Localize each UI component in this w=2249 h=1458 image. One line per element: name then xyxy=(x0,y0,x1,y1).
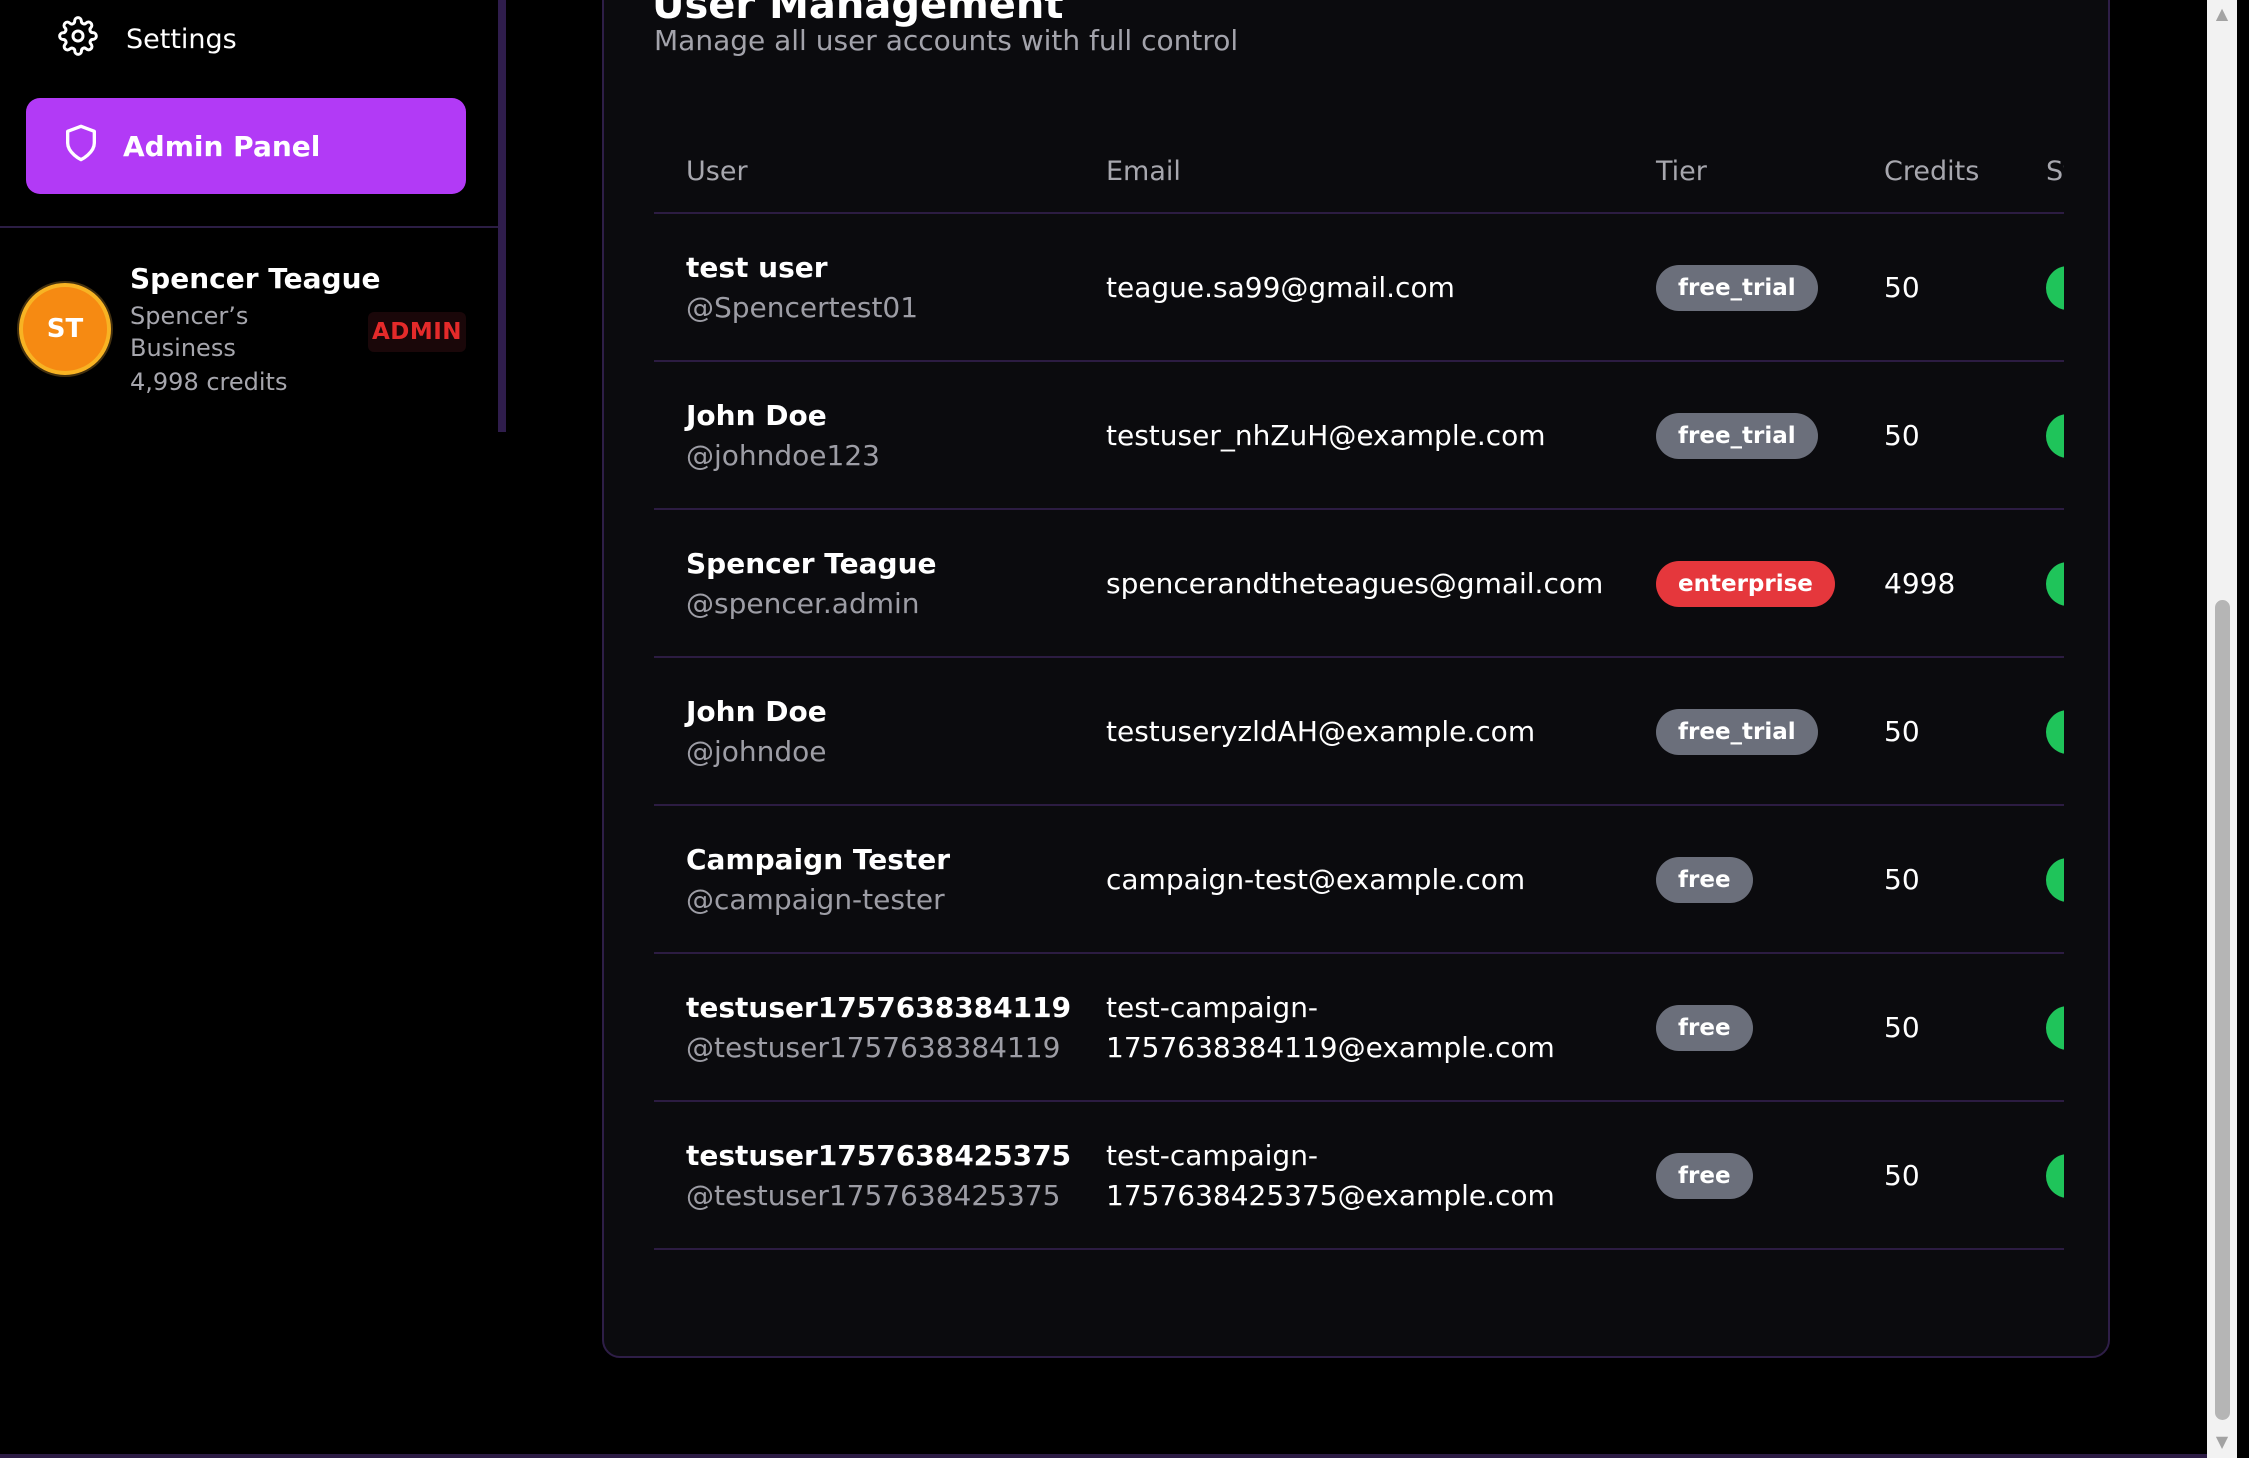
table-row[interactable]: John Doe @johndoe123 testuser_nhZuH@exampl… xyxy=(654,362,2064,510)
user-email: spencerandtheteagues@gmail.com xyxy=(1106,567,1604,600)
user-cell: Spencer Teague @spencer.admin xyxy=(686,544,1096,624)
status-indicator[interactable] xyxy=(2046,858,2064,902)
user-credits: 50 xyxy=(1884,419,1920,452)
status-indicator[interactable] xyxy=(2046,266,2064,310)
column-header-user[interactable]: User xyxy=(686,132,748,212)
user-credits: 50 xyxy=(1884,863,1920,896)
user-handle: @spencer.admin xyxy=(686,587,920,620)
user-cell: test user @Spencertest01 xyxy=(686,248,1096,328)
scroll-down-arrow-icon[interactable]: ▼ xyxy=(2207,1428,2237,1454)
user-handle: @testuser1757638384119 xyxy=(686,1031,1061,1064)
sidebar: Settings Admin Panel ST Spencer Teague S… xyxy=(0,0,506,432)
scrollbar-thumb[interactable] xyxy=(2215,600,2230,1420)
table-row[interactable]: testuser1757638384119 @testuser1757638384… xyxy=(654,954,2064,1102)
user-email: test-campaign-1757638425375@example.com xyxy=(1106,1139,1555,1212)
page-subtitle: Manage all user accounts with full contr… xyxy=(654,24,1239,57)
column-header-credits[interactable]: Credits xyxy=(1884,132,1979,212)
column-header-status[interactable]: St xyxy=(2046,132,2064,212)
sidebar-item-label: Admin Panel xyxy=(123,129,321,163)
user-email: testuser_nhZuH@example.com xyxy=(1106,419,1546,452)
user-handle: @testuser1757638425375 xyxy=(686,1179,1061,1212)
table-row[interactable]: John Doe @johndoe testuseryzldAH@example.c… xyxy=(654,658,2064,806)
user-credits: 4998 xyxy=(1884,567,1956,600)
scroll-up-arrow-icon[interactable]: ▲ xyxy=(2207,0,2237,26)
tier-badge: free_trial xyxy=(1656,265,1818,311)
gear-icon xyxy=(58,15,98,63)
users-table: User Email Tier Credits St test user @Spe… xyxy=(654,132,2064,1273)
sidebar-item-admin-panel[interactable]: Admin Panel xyxy=(26,98,466,194)
user-credits: 50 xyxy=(1884,1011,1920,1044)
table-header: User Email Tier Credits St xyxy=(654,132,2064,214)
tier-badge: free xyxy=(1656,857,1753,903)
user-email: test-campaign-1757638384119@example.com xyxy=(1106,991,1555,1064)
user-email: teague.sa99@gmail.com xyxy=(1106,271,1455,304)
user-name: test user xyxy=(686,251,828,284)
user-handle: @Spencertest01 xyxy=(686,291,919,324)
user-cell: testuser1757638425375 @testuser1757638425… xyxy=(686,1136,1096,1216)
table-row[interactable]: testuser1757638425375 @testuser1757638425… xyxy=(654,1102,2064,1250)
user-credits: 50 xyxy=(1884,715,1920,748)
user-name: testuser1757638425375 xyxy=(686,1139,1072,1172)
status-indicator[interactable] xyxy=(2046,1154,2064,1198)
admin-role-badge: ADMIN xyxy=(368,312,466,352)
user-name: Spencer Teague xyxy=(686,547,937,580)
user-name: John Doe xyxy=(686,695,827,728)
table-row[interactable]: Campaign Tester @campaign-tester campaign-… xyxy=(654,806,2064,954)
profile-credits: 4,998 credits xyxy=(130,368,288,396)
user-management-card: User Management Manage all user accounts… xyxy=(602,0,2110,1358)
column-header-email[interactable]: Email xyxy=(1106,132,1181,212)
user-cell: Campaign Tester @campaign-tester xyxy=(686,840,1096,920)
avatar[interactable]: ST xyxy=(19,283,111,375)
status-indicator[interactable] xyxy=(2046,562,2064,606)
column-header-tier[interactable]: Tier xyxy=(1656,132,1707,212)
table-row[interactable]: test user @Spencertest01 teague.sa99@gmail… xyxy=(654,214,2064,362)
tier-badge: free_trial xyxy=(1656,413,1818,459)
status-indicator[interactable] xyxy=(2046,414,2064,458)
user-cell: John Doe @johndoe xyxy=(686,692,1096,772)
page-scrollbar[interactable]: ▲ ▼ xyxy=(2207,0,2237,1458)
user-name: testuser1757638384119 xyxy=(686,991,1072,1024)
user-cell: testuser1757638384119 @testuser1757638384… xyxy=(686,988,1096,1068)
user-handle: @johndoe123 xyxy=(686,439,880,472)
table-row[interactable]: Spencer Teague @spencer.admin spencerandth… xyxy=(654,510,2064,658)
user-name: Campaign Tester xyxy=(686,843,951,876)
user-handle: @campaign-tester xyxy=(686,883,945,916)
tier-badge: free_trial xyxy=(1656,709,1818,755)
table-row[interactable]: Jayson Powersjaysonpowers505@gmail.comen… xyxy=(654,1250,2064,1273)
status-indicator[interactable] xyxy=(2046,1006,2064,1050)
bottom-border xyxy=(0,1454,2207,1458)
sidebar-item-label: Settings xyxy=(126,23,237,55)
profile-organization: Spencer’s Business xyxy=(130,302,249,362)
sidebar-item-settings[interactable]: Settings xyxy=(58,14,237,64)
table-body: test user @Spencertest01 teague.sa99@gmail… xyxy=(654,214,2064,1273)
user-cell: John Doe @johndoe123 xyxy=(686,396,1096,476)
sidebar-border xyxy=(498,0,506,432)
user-handle: @johndoe xyxy=(686,735,827,768)
profile-name: Spencer Teague xyxy=(130,262,381,295)
user-credits: 50 xyxy=(1884,1159,1920,1192)
user-name: John Doe xyxy=(686,399,827,432)
tier-badge: enterprise xyxy=(1656,561,1835,607)
sidebar-divider xyxy=(0,226,498,228)
user-email: campaign-test@example.com xyxy=(1106,863,1526,896)
shield-icon xyxy=(61,123,101,170)
tier-badge: free xyxy=(1656,1153,1753,1199)
user-email: testuseryzldAH@example.com xyxy=(1106,715,1536,748)
tier-badge: free xyxy=(1656,1005,1753,1051)
user-credits: 50 xyxy=(1884,271,1920,304)
status-indicator[interactable] xyxy=(2046,710,2064,754)
